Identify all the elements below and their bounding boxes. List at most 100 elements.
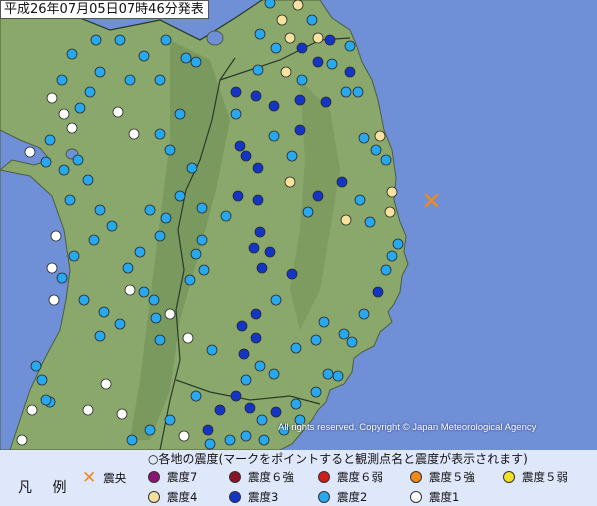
station-marker[interactable]: [346, 336, 358, 348]
station-marker[interactable]: [276, 14, 288, 26]
station-marker[interactable]: [392, 238, 404, 250]
station-marker[interactable]: [344, 66, 356, 78]
station-marker[interactable]: [240, 150, 252, 162]
station-marker[interactable]: [290, 398, 302, 410]
station-marker[interactable]: [202, 424, 214, 436]
station-marker[interactable]: [160, 212, 172, 224]
station-marker[interactable]: [64, 194, 76, 206]
station-marker[interactable]: [264, 246, 276, 258]
station-marker[interactable]: [286, 150, 298, 162]
station-marker[interactable]: [160, 34, 172, 46]
station-marker[interactable]: [24, 146, 36, 158]
station-marker[interactable]: [270, 42, 282, 54]
station-marker[interactable]: [190, 390, 202, 402]
station-marker[interactable]: [294, 124, 306, 136]
station-marker[interactable]: [220, 210, 232, 222]
station-marker[interactable]: [174, 190, 186, 202]
station-marker[interactable]: [270, 406, 282, 418]
station-marker[interactable]: [352, 86, 364, 98]
station-marker[interactable]: [106, 220, 118, 232]
station-marker[interactable]: [364, 216, 376, 228]
station-marker[interactable]: [30, 360, 42, 372]
station-marker[interactable]: [322, 368, 334, 380]
station-marker[interactable]: [16, 434, 28, 446]
station-marker[interactable]: [164, 308, 176, 320]
station-marker[interactable]: [256, 414, 268, 426]
station-marker[interactable]: [370, 144, 382, 156]
station-marker[interactable]: [178, 430, 190, 442]
station-marker[interactable]: [324, 34, 336, 46]
station-marker[interactable]: [190, 56, 202, 68]
station-marker[interactable]: [384, 206, 396, 218]
station-marker[interactable]: [252, 64, 264, 76]
station-marker[interactable]: [296, 42, 308, 54]
station-marker[interactable]: [50, 230, 62, 242]
station-marker[interactable]: [284, 176, 296, 188]
station-marker[interactable]: [148, 294, 160, 306]
station-marker[interactable]: [268, 130, 280, 142]
station-marker[interactable]: [252, 194, 264, 206]
station-marker[interactable]: [88, 234, 100, 246]
station-marker[interactable]: [270, 294, 282, 306]
station-marker[interactable]: [206, 344, 218, 356]
station-marker[interactable]: [66, 48, 78, 60]
station-marker[interactable]: [40, 394, 52, 406]
station-marker[interactable]: [94, 66, 106, 78]
station-marker[interactable]: [284, 32, 296, 44]
station-marker[interactable]: [302, 206, 314, 218]
station-marker[interactable]: [154, 230, 166, 242]
station-marker[interactable]: [190, 248, 202, 260]
station-marker[interactable]: [56, 74, 68, 86]
station-marker[interactable]: [230, 390, 242, 402]
station-marker[interactable]: [164, 414, 176, 426]
station-marker[interactable]: [306, 14, 318, 26]
station-marker[interactable]: [150, 312, 162, 324]
station-marker[interactable]: [84, 86, 96, 98]
station-marker[interactable]: [296, 74, 308, 86]
station-marker[interactable]: [344, 40, 356, 52]
station-marker[interactable]: [254, 360, 266, 372]
station-marker[interactable]: [386, 250, 398, 262]
station-marker[interactable]: [116, 408, 128, 420]
station-marker[interactable]: [268, 368, 280, 380]
station-marker[interactable]: [252, 162, 264, 174]
station-marker[interactable]: [256, 262, 268, 274]
station-marker[interactable]: [58, 164, 70, 176]
station-marker[interactable]: [286, 268, 298, 280]
station-marker[interactable]: [238, 348, 250, 360]
station-marker[interactable]: [294, 94, 306, 106]
station-marker[interactable]: [224, 434, 236, 446]
station-marker[interactable]: [74, 102, 86, 114]
station-marker[interactable]: [26, 404, 38, 416]
station-marker[interactable]: [214, 404, 226, 416]
station-marker[interactable]: [268, 100, 280, 112]
station-marker[interactable]: [236, 320, 248, 332]
station-marker[interactable]: [250, 308, 262, 320]
station-marker[interactable]: [126, 434, 138, 446]
station-marker[interactable]: [248, 242, 260, 254]
station-marker[interactable]: [264, 0, 276, 9]
station-marker[interactable]: [318, 316, 330, 328]
station-marker[interactable]: [138, 50, 150, 62]
station-marker[interactable]: [48, 294, 60, 306]
station-marker[interactable]: [280, 66, 292, 78]
station-marker[interactable]: [386, 186, 398, 198]
station-marker[interactable]: [124, 284, 136, 296]
station-marker[interactable]: [186, 162, 198, 174]
station-marker[interactable]: [230, 108, 242, 120]
station-marker[interactable]: [198, 264, 210, 276]
station-marker[interactable]: [196, 202, 208, 214]
station-marker[interactable]: [292, 0, 304, 11]
station-marker[interactable]: [312, 56, 324, 68]
station-marker[interactable]: [56, 272, 68, 284]
station-marker[interactable]: [310, 386, 322, 398]
station-marker[interactable]: [332, 370, 344, 382]
station-marker[interactable]: [154, 334, 166, 346]
station-marker[interactable]: [196, 234, 208, 246]
station-marker[interactable]: [372, 286, 384, 298]
station-marker[interactable]: [254, 28, 266, 40]
station-marker[interactable]: [340, 214, 352, 226]
station-marker[interactable]: [380, 154, 392, 166]
station-marker[interactable]: [112, 106, 124, 118]
station-marker[interactable]: [82, 404, 94, 416]
